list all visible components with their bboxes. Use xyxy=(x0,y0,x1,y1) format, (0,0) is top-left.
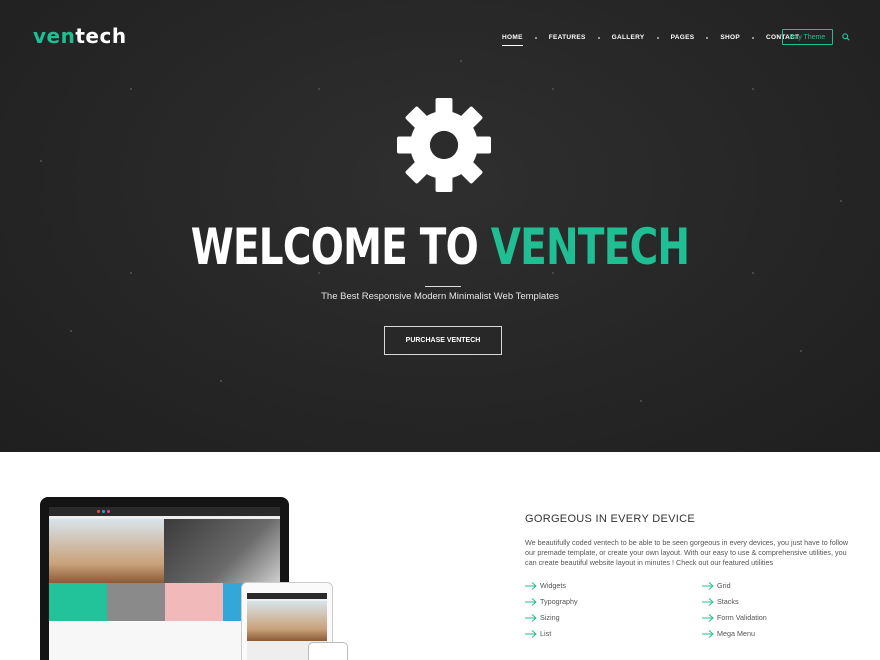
feature-item: Grid xyxy=(702,581,731,590)
arrow-right-icon xyxy=(702,629,714,638)
feature-label: Mega Menu xyxy=(717,629,755,638)
main-nav: Home Features Gallery Pages Shop Contact xyxy=(502,34,799,46)
background-speck xyxy=(752,88,754,90)
feature-label: Sizing xyxy=(540,613,560,622)
feature-label: Typography xyxy=(540,597,578,606)
mockup-phone-photo xyxy=(164,519,280,583)
background-speck xyxy=(640,400,642,402)
feature-label: Grid xyxy=(717,581,731,590)
section-description: We beautifully coded ventech to be able … xyxy=(525,538,849,567)
nav-separator xyxy=(534,36,537,39)
hero-title-accent: VENTECH xyxy=(490,218,690,276)
feature-item: Stacks xyxy=(702,597,739,606)
background-speck xyxy=(40,160,42,162)
brand-logo[interactable]: ventech xyxy=(33,24,127,48)
nav-item-home[interactable]: Home xyxy=(502,34,523,46)
hero-divider xyxy=(425,286,461,287)
logo-suffix: tech xyxy=(75,24,127,48)
background-speck xyxy=(800,350,802,352)
logo-prefix: ven xyxy=(33,24,76,48)
arrow-right-icon xyxy=(525,613,537,622)
feature-item: List xyxy=(525,629,551,638)
feature-label: Form Validation xyxy=(717,613,767,622)
section-title: GORGEOUS IN EVERY DEVICE xyxy=(525,513,696,525)
feature-item: Typography xyxy=(525,597,578,606)
nav-item-pages[interactable]: Pages xyxy=(671,34,695,41)
mockup-grey-tile xyxy=(107,583,165,621)
feature-item: Widgets xyxy=(525,581,566,590)
feature-item: Sizing xyxy=(525,613,560,622)
background-speck xyxy=(318,88,320,90)
purchase-button[interactable]: PURCHASE VENTECH xyxy=(384,326,502,355)
hero-title: WELCOME TO VENTECH xyxy=(97,218,783,276)
mockup-dot xyxy=(107,510,110,513)
feature-item: Mega Menu xyxy=(702,629,755,638)
background-speck xyxy=(130,88,132,90)
background-speck xyxy=(552,88,554,90)
hero-title-white: WELCOME TO xyxy=(190,218,491,276)
nav-separator xyxy=(706,36,709,39)
arrow-right-icon xyxy=(702,613,714,622)
nav-item-features[interactable]: Features xyxy=(549,34,586,41)
gear-icon xyxy=(397,98,491,192)
background-speck xyxy=(460,60,462,62)
mockup-pink-tile xyxy=(165,583,223,621)
background-speck xyxy=(70,330,72,332)
feature-label: Widgets xyxy=(540,581,566,590)
background-speck xyxy=(840,200,842,202)
feature-label: Stacks xyxy=(717,597,739,606)
feature-item: Form Validation xyxy=(702,613,767,622)
nav-separator xyxy=(751,36,754,39)
arrow-right-icon xyxy=(525,629,537,638)
mockup-dot xyxy=(102,510,105,513)
nav-separator xyxy=(597,36,600,39)
arrow-right-icon xyxy=(525,597,537,606)
phone-mockup-image xyxy=(308,642,348,660)
mockup-desk-photo xyxy=(49,519,164,583)
feature-label: List xyxy=(540,629,552,638)
hero-subtitle: The Best Responsive Modern Minimalist We… xyxy=(321,291,559,302)
background-speck xyxy=(220,380,222,382)
arrow-right-icon xyxy=(702,581,714,590)
mockup-green-tile xyxy=(49,583,107,621)
search-icon[interactable] xyxy=(842,33,850,41)
arrow-right-icon xyxy=(702,597,714,606)
arrow-right-icon xyxy=(525,581,537,590)
nav-item-shop[interactable]: Shop xyxy=(720,34,740,41)
hero-section: ventech Home Features Gallery Pages Shop… xyxy=(0,0,880,452)
mockup-dot xyxy=(97,510,100,513)
buy-theme-button[interactable]: Buy Theme xyxy=(782,29,833,45)
mockup-navbar xyxy=(49,507,280,516)
nav-separator xyxy=(656,36,659,39)
devices-section: GORGEOUS IN EVERY DEVICE We beautifully … xyxy=(0,452,880,660)
nav-item-gallery[interactable]: Gallery xyxy=(612,34,645,41)
